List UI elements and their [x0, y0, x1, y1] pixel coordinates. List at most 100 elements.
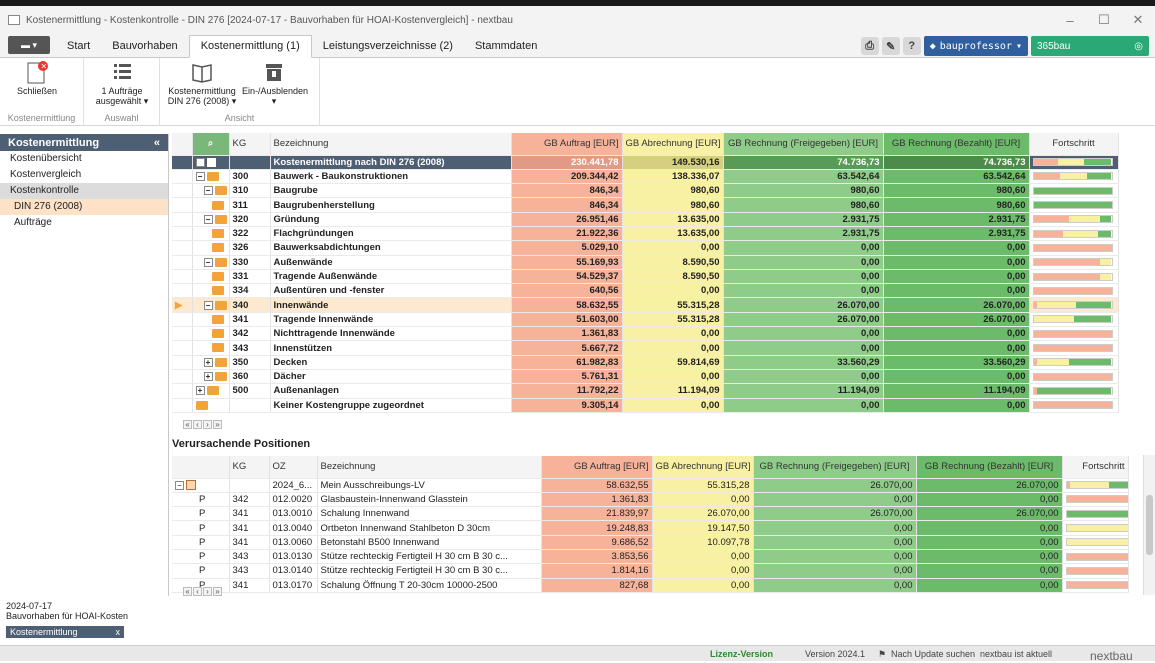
collapse-icon[interactable]: − — [175, 480, 184, 490]
close-tab-icon[interactable]: x — [116, 627, 121, 637]
table-row[interactable]: P 341 013.0040 Ortbeton Innenwand Stahlbeto… — [172, 520, 1129, 536]
column-header-oz[interactable]: OZ — [269, 456, 318, 479]
column-header-auftrag[interactable]: GB Auftrag [EUR] — [541, 456, 653, 479]
column-header-bezeichnung[interactable]: Bezeichnung — [270, 133, 512, 156]
last-page-icon[interactable]: » — [213, 420, 222, 429]
table-row[interactable]: P 341 013.0060 Betonstahl B500 Innenwand 9.6… — [172, 535, 1129, 550]
table-row[interactable]: ▶ −340 Innenwände 58.632,55 55.315,28 26.070,… — [172, 297, 1119, 313]
window-tab-kostenermittlung[interactable]: Kostenermittlung x — [6, 626, 124, 638]
collapse-panel-icon[interactable]: « — [154, 137, 160, 149]
wrench-icon[interactable]: ✎ — [881, 37, 900, 55]
close-document-button[interactable]: ✕ Schließen — [8, 60, 66, 96]
table-row[interactable]: P 341 013.0010 Schalung Innenwand 21.839,97 2… — [172, 506, 1129, 522]
update-status: nextbau ist aktuell — [980, 649, 1053, 659]
table-row[interactable]: 343 Innenstützen 5.667,72 0,00 0,00 0,00 — [172, 340, 1119, 356]
nav-item-kostenkontrolle[interactable]: Kostenkontrolle — [0, 183, 168, 199]
table-row[interactable]: 334 Außentüren und -fenster 640,56 0,00 0,00… — [172, 283, 1119, 299]
scrollbar-thumb[interactable] — [1146, 495, 1153, 555]
column-header-abrechnung[interactable]: GB Abrechnung [EUR] — [622, 133, 724, 156]
expand-toggle-icon[interactable]: − — [203, 300, 213, 310]
tree-cell: + — [192, 355, 230, 370]
expand-toggle-icon[interactable]: + — [195, 386, 205, 396]
column-header-kg[interactable]: KG — [229, 456, 270, 479]
column-header-fortschritt[interactable]: Fortschritt — [1029, 133, 1119, 156]
tab-start[interactable]: Start — [56, 36, 101, 57]
tab-leistungsverzeichnisse[interactable]: Leistungsverzeichnisse (2) — [312, 36, 464, 57]
table-row[interactable]: P 343 013.0140 Stütze rechteckig Fertigteil… — [172, 563, 1129, 579]
column-header-fortschritt[interactable]: Fortschritt — [1062, 456, 1129, 479]
bezeichnung-cell: Außenwände — [270, 255, 512, 270]
nav-subitem-din276[interactable]: DIN 276 (2008) — [0, 199, 168, 215]
column-header-abrechnung[interactable]: GB Abrechnung [EUR] — [652, 456, 754, 479]
table-row[interactable]: −320 Gründung 26.951,46 13.635,00 2.931,75 2.… — [172, 212, 1119, 227]
column-header-auftrag[interactable]: GB Auftrag [EUR] — [511, 133, 623, 156]
din-view-button[interactable]: Kostenermittlung DIN 276 (2008) ▾ — [166, 60, 238, 106]
table-row[interactable]: P 341 013.0170 Schalung Öffnung T 20-30cm 1… — [172, 578, 1129, 593]
column-header-freigegeben[interactable]: GB Rechnung (Freigegeben) [EUR] — [723, 133, 884, 156]
grid-summary-row[interactable]: − Kostenermittlung nach DIN 276 (2008) 230… — [172, 155, 1119, 170]
column-header-freigegeben[interactable]: GB Rechnung (Freigegeben) [EUR] — [753, 456, 917, 479]
update-check-button[interactable]: Nach Update suchen — [891, 649, 975, 659]
nav-item-kostenuebersicht[interactable]: Kostenübersicht — [0, 151, 168, 167]
column-header-kg[interactable]: KG — [229, 133, 271, 156]
table-row[interactable]: −310 Baugrube 846,34 980,60 980,60 980,60 — [172, 183, 1119, 199]
column-header-bezahlt[interactable]: GB Rechnung (Bezahlt) [EUR] — [916, 456, 1063, 479]
table-row[interactable]: P 343 013.0130 Stütze rechteckig Fertigteil… — [172, 549, 1129, 565]
table-row[interactable]: +500 Außenanlagen 11.792,22 11.194,09 11.194… — [172, 383, 1119, 399]
table-row[interactable]: 326 Bauwerksabdichtungen 5.029,10 0,00 0,00 0… — [172, 240, 1119, 256]
help-icon[interactable]: ? — [902, 37, 921, 55]
expand-toggle-icon[interactable]: − — [203, 257, 213, 267]
table-row[interactable]: +360 Dächer 5.761,31 0,00 0,00 0,00 — [172, 369, 1119, 385]
next-page-icon[interactable]: › — [203, 420, 212, 429]
table-row[interactable]: 331 Tragende Außenwände 54.529,37 8.590,50 0… — [172, 269, 1119, 285]
prev-page-icon[interactable]: ‹ — [193, 420, 202, 429]
position-type: P — [199, 508, 206, 520]
collapse-icon[interactable]: − — [195, 157, 205, 167]
bauprofessor-button[interactable]: ◆ bauprofessor ▾ — [923, 36, 1028, 56]
nav-header-title: Kostenermittlung — [8, 136, 100, 149]
expand-toggle-icon[interactable]: − — [195, 171, 205, 181]
bezeichnung-cell: Dächer — [270, 369, 512, 385]
table-row[interactable]: 322 Flachgründungen 21.922,36 13.635,00 2.93… — [172, 226, 1119, 242]
prev-page-icon[interactable]: ‹ — [193, 587, 202, 596]
last-page-icon[interactable]: » — [213, 587, 222, 596]
fortschritt-cell — [1029, 240, 1119, 256]
print-icon[interactable]: ⎙ — [860, 37, 879, 55]
maximize-button[interactable]: ☐ — [1086, 6, 1122, 34]
tab-kostenermittlung[interactable]: Kostenermittlung (1) — [188, 35, 312, 58]
vertical-scrollbar[interactable] — [1143, 455, 1155, 595]
close-window-button[interactable]: ✕ — [1120, 6, 1155, 34]
freigegeben-cell: 33.560,29 — [723, 355, 884, 370]
table-row[interactable]: − 2024_6... Mein Ausschreibungs-LV 58.632,5… — [172, 478, 1129, 493]
expand-toggle-icon[interactable]: + — [203, 372, 213, 382]
table-row[interactable]: 341 Tragende Innenwände 51.603,00 55.315,28… — [172, 312, 1119, 328]
minimize-button[interactable]: – — [1052, 6, 1088, 34]
next-page-icon[interactable]: › — [203, 587, 212, 596]
table-row[interactable]: P 342 012.0020 Glasbaustein-Innenwand Glass… — [172, 492, 1129, 508]
column-header-bezahlt[interactable]: GB Rechnung (Bezahlt) [EUR] — [883, 133, 1030, 156]
expand-toggle-icon[interactable]: − — [203, 186, 213, 196]
table-row[interactable]: Keiner Kostengruppe zugeordnet 9.305,14 0,… — [172, 398, 1119, 413]
first-page-icon[interactable]: « — [183, 420, 192, 429]
column-header-bezeichnung[interactable]: Bezeichnung — [317, 456, 542, 479]
first-page-icon[interactable]: « — [183, 587, 192, 596]
tab-bauvorhaben[interactable]: Bauvorhaben — [101, 36, 188, 57]
expand-toggle-icon[interactable]: + — [203, 357, 213, 367]
nav-subitem-auftraege[interactable]: Aufträge — [0, 215, 168, 231]
tab-stammdaten[interactable]: Stammdaten — [464, 36, 548, 57]
ein-ausblenden-button[interactable]: Ein-/Ausblenden ▾ — [242, 60, 308, 106]
auftraege-button[interactable]: 1 Aufträge ausgewählt ▾ — [90, 60, 154, 106]
table-row[interactable]: −330 Außenwände 55.169,93 8.590,50 0,00 0,00 — [172, 255, 1119, 270]
tree-cell: − — [192, 212, 230, 227]
license-label: Lizenz-Version — [710, 649, 774, 659]
table-row[interactable]: +350 Decken 61.982,83 59.814,69 33.560,29 33.… — [172, 355, 1119, 370]
table-row[interactable]: 342 Nichttragende Innenwände 1.361,83 0,00 0… — [172, 326, 1119, 342]
grid-search-button[interactable]: ⌕ — [192, 133, 230, 156]
expand-toggle-icon[interactable]: − — [203, 214, 213, 224]
bauprofessor-icon: ◆ — [929, 40, 936, 52]
table-row[interactable]: 311 Baugrubenherstellung 846,34 980,60 980,6… — [172, 197, 1119, 213]
365bau-button[interactable]: 365bau ◎ — [1031, 36, 1149, 56]
nav-item-kostenvergleich[interactable]: Kostenvergleich — [0, 167, 168, 183]
table-row[interactable]: − 300 Bauwerk - Baukonstruktionen 209.344,4… — [172, 169, 1119, 185]
app-menu-button[interactable]: ▬ ▾ — [8, 36, 50, 54]
